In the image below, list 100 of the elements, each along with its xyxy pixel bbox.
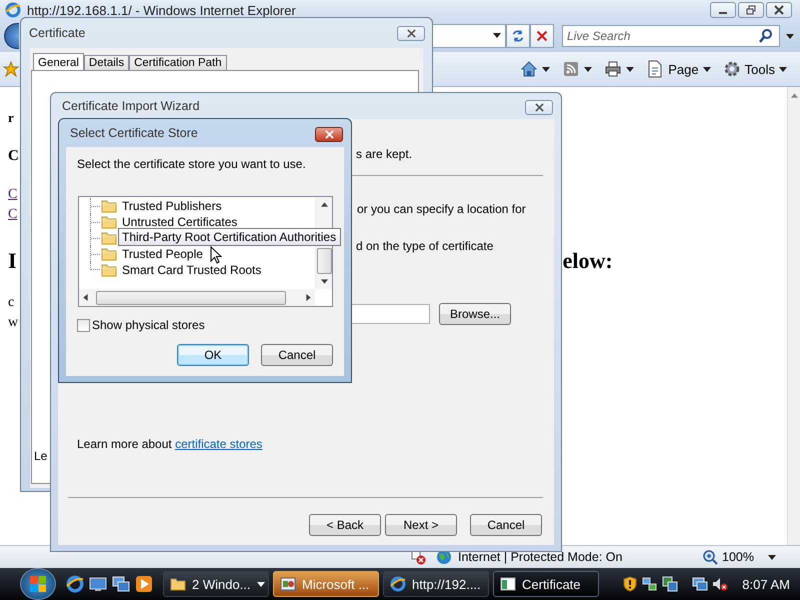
search-field[interactable]: Live Search (562, 25, 780, 47)
page-link[interactable]: C (8, 207, 18, 223)
minimize-button[interactable] (710, 2, 736, 18)
body-text: d on the type of certificate (356, 239, 494, 253)
speaker-muted-icon[interactable] (712, 576, 728, 592)
page-heading: elow: (562, 249, 613, 273)
close-button[interactable] (397, 26, 425, 41)
gear-icon (722, 60, 741, 78)
scroll-down-icon[interactable] (320, 279, 328, 284)
restore-button[interactable] (738, 2, 764, 18)
folder-icon (101, 199, 117, 213)
tab[interactable]: General (33, 53, 84, 71)
restore-icon (746, 5, 756, 15)
tab[interactable]: Details (84, 55, 130, 70)
scroll-left-icon[interactable] (83, 294, 88, 301)
close-icon (324, 130, 334, 139)
cancel-button[interactable]: Cancel (470, 514, 542, 536)
dialog-title: Select Certificate Store (70, 126, 198, 140)
back-button[interactable]: < Back (309, 514, 381, 536)
taskbar-button[interactable]: 2 Windo... (163, 571, 269, 597)
close-button[interactable] (766, 2, 792, 18)
tree-item[interactable]: Untrusted Certificates (122, 215, 238, 229)
stop-button[interactable] (530, 24, 554, 48)
caret-icon (779, 66, 787, 72)
close-button[interactable] (315, 127, 343, 142)
scroll-up-icon[interactable] (320, 202, 328, 207)
page-icon (646, 60, 664, 78)
store-field[interactable] (350, 304, 430, 324)
vertical-scrollbar[interactable] (787, 87, 800, 545)
scrollbar-thumb[interactable] (316, 248, 332, 274)
desktop-icon[interactable] (89, 575, 107, 593)
windows-flag-icon (28, 574, 48, 594)
tree-item[interactable]: Trusted Publishers (122, 199, 222, 213)
back-button[interactable] (4, 23, 19, 49)
dropdown-icon[interactable] (493, 33, 501, 38)
next-button[interactable]: Next > (385, 514, 457, 536)
clock[interactable]: 8:07 AM (742, 576, 790, 592)
caret-icon (702, 66, 711, 72)
zoom-level[interactable]: 100% (722, 550, 754, 564)
body-text: s are kept. (356, 147, 412, 161)
page-text: w (8, 315, 18, 331)
help-link[interactable]: certificate stores (175, 437, 262, 451)
close-icon (406, 29, 416, 38)
cursor-icon (210, 246, 222, 265)
browse-button[interactable]: Browse... (439, 303, 511, 325)
zoom-icon[interactable] (702, 549, 718, 565)
security-zone[interactable]: Internet | Protected Mode: On (458, 550, 622, 564)
browser-icon (390, 576, 406, 592)
tab[interactable]: Certification Path (129, 55, 227, 70)
taskbar-button[interactable]: http://192.... (383, 571, 489, 597)
favorites-star-icon[interactable] (3, 61, 19, 77)
page-heading: I (8, 249, 17, 273)
monitor-icon[interactable] (692, 576, 708, 592)
switch-windows-icon[interactable] (112, 575, 130, 593)
cancel-button[interactable]: Cancel (261, 344, 333, 366)
close-icon (774, 5, 784, 15)
console-icon (280, 576, 296, 592)
refresh-button[interactable] (506, 24, 530, 48)
folder-icon (170, 576, 186, 592)
caret-icon (626, 66, 634, 72)
taskbar-button[interactable]: Microsoft ... (273, 571, 379, 597)
dropdown-icon[interactable] (786, 34, 794, 38)
stop-icon (535, 29, 549, 43)
window-icon (500, 576, 516, 592)
folder-icon (101, 247, 117, 261)
help-text: Learn more about certificate stores (77, 437, 262, 451)
close-icon (534, 103, 544, 112)
taskbar-button[interactable]: Certificate (493, 571, 599, 597)
shield-icon[interactable] (622, 576, 638, 592)
folder-icon (101, 215, 117, 229)
caret-icon (256, 582, 265, 586)
page-title: C (8, 147, 19, 165)
browser-icon (5, 2, 21, 18)
media-player-icon[interactable] (135, 575, 153, 593)
checkbox[interactable] (77, 318, 90, 332)
house-icon (520, 60, 538, 78)
scroll-right-icon[interactable] (306, 294, 311, 301)
window-title: http://192.168.1.1/ - Windows Internet Explorer (27, 2, 296, 18)
scrollbar-thumb[interactable] (96, 290, 286, 304)
browser-icon[interactable] (66, 575, 84, 593)
minimize-icon (719, 12, 727, 14)
tree-item[interactable]: Trusted People (122, 247, 203, 261)
horizontal-scrollbar[interactable] (79, 289, 315, 306)
ok-button[interactable]: OK (177, 344, 249, 366)
dropdown-icon[interactable] (768, 554, 776, 560)
page-text: c (8, 295, 14, 311)
page-link[interactable]: C (8, 187, 18, 203)
sync-icon[interactable] (662, 576, 678, 592)
body-text: Le (34, 449, 48, 463)
search-icon[interactable] (758, 28, 774, 44)
refresh-icon (511, 29, 525, 43)
page-menu[interactable]: Page (643, 58, 714, 80)
prompt-text: Select the certificate store you want to use. (77, 157, 307, 171)
tools-menu[interactable]: Tools (720, 58, 790, 80)
network-icon[interactable] (642, 576, 658, 592)
tree-item[interactable]: Smart Card Trusted Roots (122, 263, 262, 277)
start-button[interactable] (20, 568, 56, 600)
body-text: or you can specify a location for (357, 202, 526, 216)
checkbox-label[interactable]: Show physical stores (92, 318, 205, 332)
close-button[interactable] (525, 100, 553, 115)
